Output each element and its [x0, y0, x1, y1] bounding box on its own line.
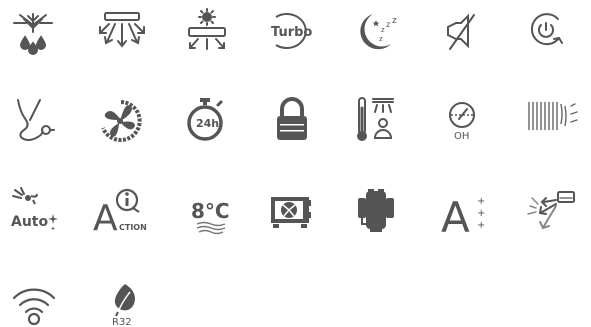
oh-label: OH — [454, 131, 469, 142]
outdoor-unit-icon — [270, 196, 316, 230]
svg-text:z: z — [381, 26, 385, 34]
svg-text:+: + — [477, 208, 485, 219]
auto-clean-icon: Auto — [11, 186, 59, 232]
eight-degree-icon: 8°C — [189, 196, 230, 236]
child-lock-icon — [274, 96, 310, 142]
air-swing-icon — [526, 190, 576, 234]
refrigerant-r32-icon: R32 — [108, 282, 142, 327]
mute-icon — [444, 13, 480, 51]
ionizer-icon — [14, 98, 55, 144]
heating-mode-icon — [186, 8, 228, 51]
svg-text:z: z — [386, 20, 390, 29]
svg-text:+: + — [477, 220, 485, 231]
energy-class-icon: A + + + — [441, 190, 489, 242]
sleep-mode-icon: z z z z — [355, 10, 401, 52]
turbo-icon: Turbo — [266, 11, 316, 51]
wifi-icon — [12, 284, 56, 326]
fan-speed-icon — [97, 98, 145, 144]
timer-power-icon — [528, 11, 564, 49]
filter-icon — [527, 100, 583, 134]
action-icon: A CTION — [93, 186, 149, 239]
freeze-protection-icon — [12, 12, 54, 55]
oh-icon: OH — [445, 99, 479, 145]
r32-label: R32 — [112, 317, 132, 327]
svg-text:+: + — [477, 196, 485, 207]
airflow-3d-icon — [99, 12, 145, 50]
timer-24h-icon: 24h — [184, 97, 226, 143]
svg-text:z: z — [379, 35, 383, 43]
action-a-label: A — [93, 198, 118, 239]
eight-degree-label: 8°C — [191, 199, 230, 223]
svg-text:z: z — [392, 16, 397, 26]
action-label: CTION — [119, 223, 147, 232]
compressor-icon — [356, 188, 396, 234]
energy-class-label: A — [441, 193, 470, 242]
turbo-label: Turbo — [271, 25, 312, 40]
timer-24h-label: 24h — [196, 117, 219, 130]
auto-label: Auto — [11, 214, 48, 230]
i-feel-icon — [355, 96, 399, 142]
